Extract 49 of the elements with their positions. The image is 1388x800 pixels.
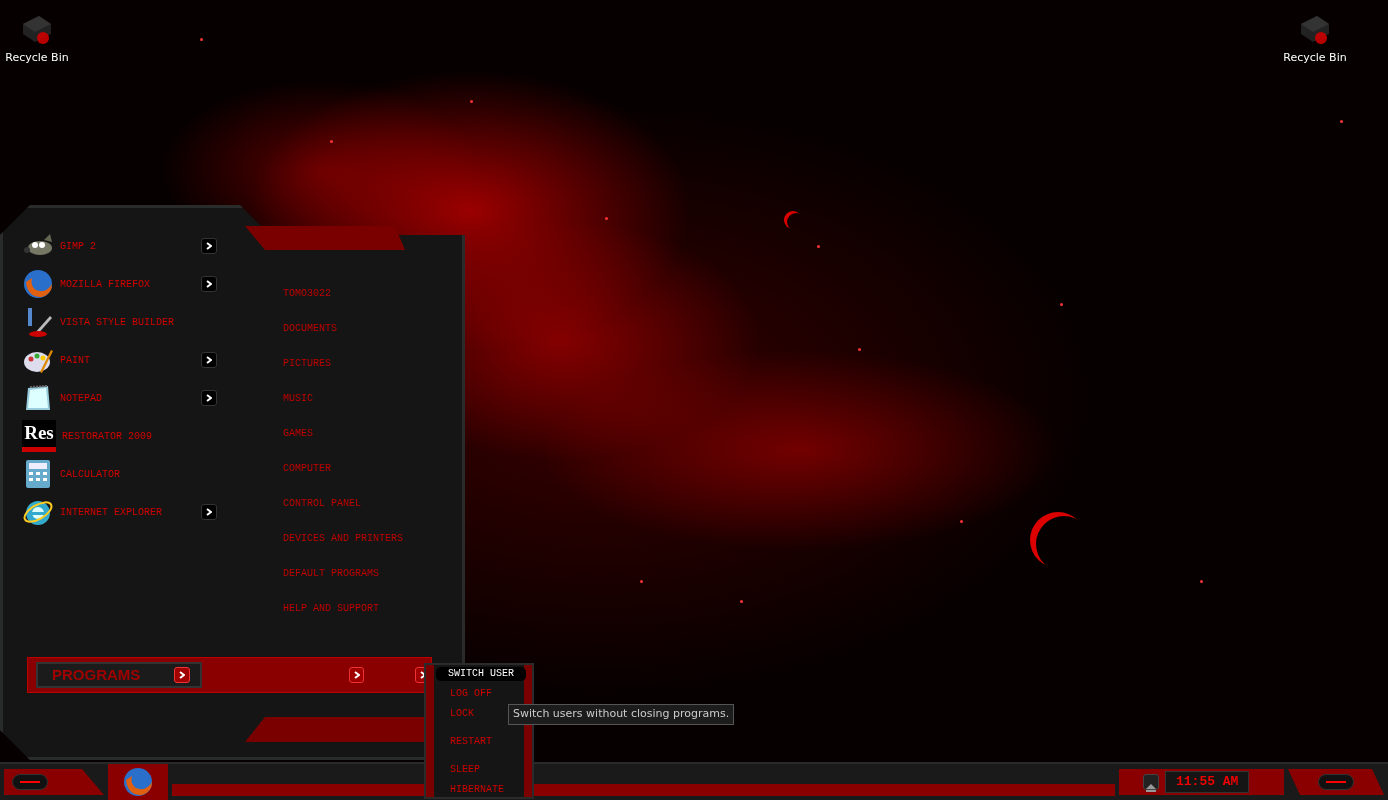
place-link[interactable]: HELP AND SUPPORT <box>283 591 404 626</box>
place-link[interactable]: GAMES <box>283 416 404 451</box>
clock: 11:55 AM <box>1165 771 1250 793</box>
submenu-arrow-button[interactable] <box>201 276 217 292</box>
program-link[interactable]: NOTEPAD <box>60 390 102 406</box>
tooltip: Switch users without closing programs. <box>508 704 735 725</box>
globe-icon <box>22 268 54 300</box>
power-option[interactable]: HIBERNATE <box>436 783 518 797</box>
program-link[interactable]: MOZILLA FIREFOX <box>60 276 150 292</box>
chevron-icon <box>206 280 212 288</box>
place-link[interactable]: COMPUTER <box>283 451 404 486</box>
program-link[interactable]: PAINT <box>60 352 90 368</box>
power-option[interactable]: SLEEP <box>436 763 494 777</box>
program-link[interactable]: INTERNET EXPLORER <box>60 504 163 520</box>
place-link[interactable]: CONTROL PANEL <box>283 486 404 521</box>
chevron-icon <box>178 671 185 679</box>
submenu-arrow-button[interactable] <box>201 238 217 254</box>
power-option[interactable]: LOG OFF <box>436 687 506 701</box>
program-link[interactable]: GIMP 2 <box>60 238 96 254</box>
submenu-arrow-button[interactable] <box>201 504 217 520</box>
place-link[interactable]: MUSIC <box>283 381 404 416</box>
icon-label: Recycle Bin <box>1283 50 1347 66</box>
place-link[interactable]: TOMO3022 <box>283 276 404 311</box>
submenu-arrow-button[interactable] <box>201 390 217 406</box>
tray-arrow-button[interactable] <box>1143 774 1159 790</box>
arrow-button[interactable] <box>348 667 365 683</box>
all-programs-button[interactable]: PROGRAMS <box>36 662 202 688</box>
chevron-icon <box>206 242 212 250</box>
place-link[interactable]: PICTURES <box>283 346 404 381</box>
submenu-arrow-button[interactable] <box>201 352 217 368</box>
power-option[interactable]: RESTART <box>436 735 506 749</box>
chevron-icon <box>353 671 360 679</box>
program-link[interactable]: VISTA STYLE BUILDER <box>60 314 175 330</box>
eject-icon <box>1146 783 1156 792</box>
power-option[interactable]: SWITCH USER <box>436 667 526 681</box>
place-link[interactable]: DEVICES AND PRINTERS <box>283 521 404 556</box>
chevron-icon <box>206 394 212 402</box>
taskbar-app-button[interactable] <box>108 764 168 800</box>
place-link[interactable]: DEFAULT PROGRAMS <box>283 556 404 591</box>
chevron-icon <box>206 356 212 364</box>
app-logo: Res <box>22 420 56 452</box>
start-button[interactable] <box>4 769 104 795</box>
place-link[interactable]: DOCUMENTS <box>283 311 404 346</box>
icon-label: Recycle Bin <box>5 50 69 66</box>
chevron-icon <box>206 508 212 516</box>
program-link[interactable]: RESTORATOR 2009 <box>62 428 152 444</box>
power-option[interactable]: LOCK <box>436 707 488 721</box>
program-link[interactable]: CALCULATOR <box>60 466 120 482</box>
globe-icon <box>122 766 154 798</box>
